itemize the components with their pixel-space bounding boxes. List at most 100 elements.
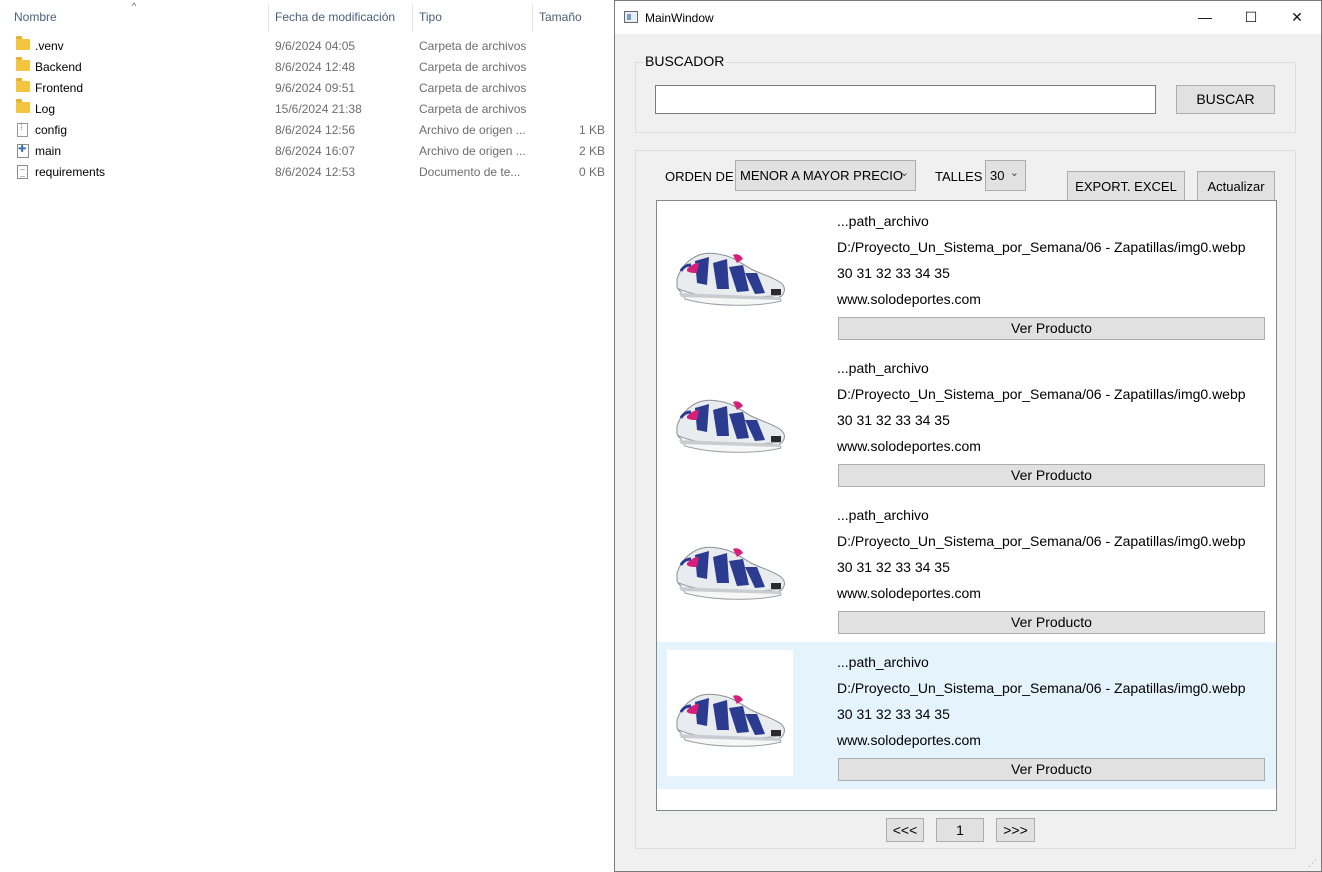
view-product-button[interactable]: Ver Producto <box>838 464 1265 487</box>
product-path: D:/Proyecto_Un_Sistema_por_Semana/06 - Z… <box>837 239 1246 255</box>
file-row[interactable]: Log 15/6/2024 21:38 Carpeta de archivos <box>0 99 614 120</box>
file-type: Documento de te... <box>419 165 521 179</box>
explorer-column-header: ^ Nombre Fecha de modificación Tipo Tama… <box>0 0 614 36</box>
file-row[interactable]: Backend 8/6/2024 12:48 Carpeta de archiv… <box>0 57 614 78</box>
title-bar[interactable]: MainWindow — ☐ ✕ <box>615 1 1321 34</box>
file-date: 9/6/2024 09:51 <box>275 81 356 95</box>
file-type: Carpeta de archivos <box>419 102 527 116</box>
resize-grip-icon[interactable]: ⋰ <box>1308 858 1318 868</box>
file-type: Carpeta de archivos <box>419 60 527 74</box>
minimize-icon[interactable]: — <box>1182 1 1228 34</box>
product-path: D:/Proyecto_Un_Sistema_por_Semana/06 - Z… <box>837 680 1246 696</box>
sizes-select[interactable]: 30 ⌄ <box>985 160 1026 191</box>
product-store: www.solodeportes.com <box>837 438 981 454</box>
view-product-button[interactable]: Ver Producto <box>838 317 1265 340</box>
column-size[interactable]: Tamaño <box>539 10 582 24</box>
sort-ascending-icon: ^ <box>132 1 137 11</box>
product-store: www.solodeportes.com <box>837 732 981 748</box>
product-item[interactable]: ...path_archivo D:/Proyecto_Un_Sistema_p… <box>657 495 1276 642</box>
product-item[interactable]: ...path_archivo D:/Proyecto_Un_Sistema_p… <box>657 348 1276 495</box>
product-sizes: 30 31 32 33 34 35 <box>837 265 950 281</box>
file-type: Carpeta de archivos <box>419 81 527 95</box>
sneaker-image <box>667 650 793 776</box>
next-page-button[interactable]: >>> <box>996 818 1035 842</box>
search-input[interactable] <box>655 85 1156 114</box>
column-type[interactable]: Tipo <box>419 10 442 24</box>
file-name: main <box>35 144 62 158</box>
product-sizes: 30 31 32 33 34 35 <box>837 412 950 428</box>
text-file-icon <box>17 165 28 179</box>
folder-icon <box>16 36 30 50</box>
view-product-button[interactable]: Ver Producto <box>838 611 1265 634</box>
file-date: 8/6/2024 16:07 <box>275 144 356 158</box>
product-store: www.solodeportes.com <box>837 291 981 307</box>
close-icon[interactable]: ✕ <box>1274 1 1320 34</box>
file-name: Backend <box>35 60 82 74</box>
order-label: ORDEN DE <box>665 169 734 184</box>
chevron-down-icon: ⌄ <box>899 167 909 179</box>
file-date: 15/6/2024 21:38 <box>275 102 362 116</box>
view-product-button[interactable]: Ver Producto <box>838 758 1265 781</box>
sneaker-image <box>667 209 793 335</box>
sizes-label: TALLES <box>935 169 983 184</box>
file-name: Log <box>35 102 56 116</box>
main-window: MainWindow — ☐ ✕ BUSCADOR BUSCAR ORDEN D… <box>614 0 1322 872</box>
order-select[interactable]: MENOR A MAYOR PRECIO ⌄ <box>735 160 916 191</box>
file-row[interactable]: .venv 9/6/2024 04:05 Carpeta de archivos <box>0 36 614 57</box>
file-type: Carpeta de archivos <box>419 39 527 53</box>
product-item[interactable]: ...path_archivo D:/Proyecto_Un_Sistema_p… <box>657 201 1276 348</box>
window-title: MainWindow <box>645 11 714 25</box>
file-date: 8/6/2024 12:53 <box>275 165 356 179</box>
column-date[interactable]: Fecha de modificación <box>275 10 395 24</box>
file-size: 0 KB <box>578 165 605 179</box>
file-name: Frontend <box>35 81 84 95</box>
chevron-down-icon: ⌄ <box>1009 167 1019 179</box>
config-file-icon <box>17 122 28 137</box>
product-list[interactable]: ...path_archivo D:/Proyecto_Un_Sistema_p… <box>656 200 1277 811</box>
column-divider[interactable] <box>412 4 413 32</box>
app-icon <box>624 11 638 23</box>
product-path-label: ...path_archivo <box>837 507 929 523</box>
sneaker-image <box>667 503 793 629</box>
maximize-icon[interactable]: ☐ <box>1228 1 1274 34</box>
product-path-label: ...path_archivo <box>837 213 929 229</box>
file-explorer: ^ Nombre Fecha de modificación Tipo Tama… <box>0 0 614 872</box>
sizes-select-value: 30 <box>990 168 1005 183</box>
search-group-title: BUSCADOR <box>643 53 727 69</box>
product-path: D:/Proyecto_Un_Sistema_por_Semana/06 - Z… <box>837 533 1246 549</box>
product-path: D:/Proyecto_Un_Sistema_por_Semana/06 - Z… <box>837 386 1246 402</box>
file-name: .venv <box>35 39 64 53</box>
order-select-value: MENOR A MAYOR PRECIO <box>740 168 904 183</box>
column-divider[interactable] <box>268 4 269 32</box>
product-sizes: 30 31 32 33 34 35 <box>837 559 950 575</box>
product-path-label: ...path_archivo <box>837 654 929 670</box>
file-date: 8/6/2024 12:56 <box>275 123 356 137</box>
column-name[interactable]: Nombre <box>14 10 57 24</box>
column-divider[interactable] <box>532 4 533 32</box>
product-store: www.solodeportes.com <box>837 585 981 601</box>
export-excel-button[interactable]: EXPORT. EXCEL <box>1067 171 1185 201</box>
file-date: 9/6/2024 04:05 <box>275 39 356 53</box>
file-row[interactable]: config 8/6/2024 12:56 Archivo de origen … <box>0 120 614 141</box>
product-path-label: ...path_archivo <box>837 360 929 376</box>
file-size: 1 KB <box>578 123 605 137</box>
file-row[interactable]: requirements 8/6/2024 12:53 Documento de… <box>0 162 614 183</box>
file-name: requirements <box>35 165 106 179</box>
python-file-icon <box>17 144 29 158</box>
previous-page-button[interactable]: <<< <box>886 818 924 842</box>
product-item-selected[interactable]: ...path_archivo D:/Proyecto_Un_Sistema_p… <box>657 642 1276 789</box>
product-sizes: 30 31 32 33 34 35 <box>837 706 950 722</box>
folder-icon <box>16 99 30 113</box>
page-number: 1 <box>936 818 984 842</box>
search-button[interactable]: BUSCAR <box>1176 85 1275 114</box>
file-row[interactable]: main 8/6/2024 16:07 Archivo de origen ..… <box>0 141 614 162</box>
file-row[interactable]: Frontend 9/6/2024 09:51 Carpeta de archi… <box>0 78 614 99</box>
folder-icon <box>16 57 30 71</box>
file-name: config <box>35 123 68 137</box>
file-date: 8/6/2024 12:48 <box>275 60 356 74</box>
file-type: Archivo de origen ... <box>419 123 526 137</box>
sneaker-image <box>667 356 793 482</box>
refresh-button[interactable]: Actualizar <box>1197 171 1275 201</box>
file-size: 2 KB <box>578 144 605 158</box>
file-type: Archivo de origen ... <box>419 144 526 158</box>
